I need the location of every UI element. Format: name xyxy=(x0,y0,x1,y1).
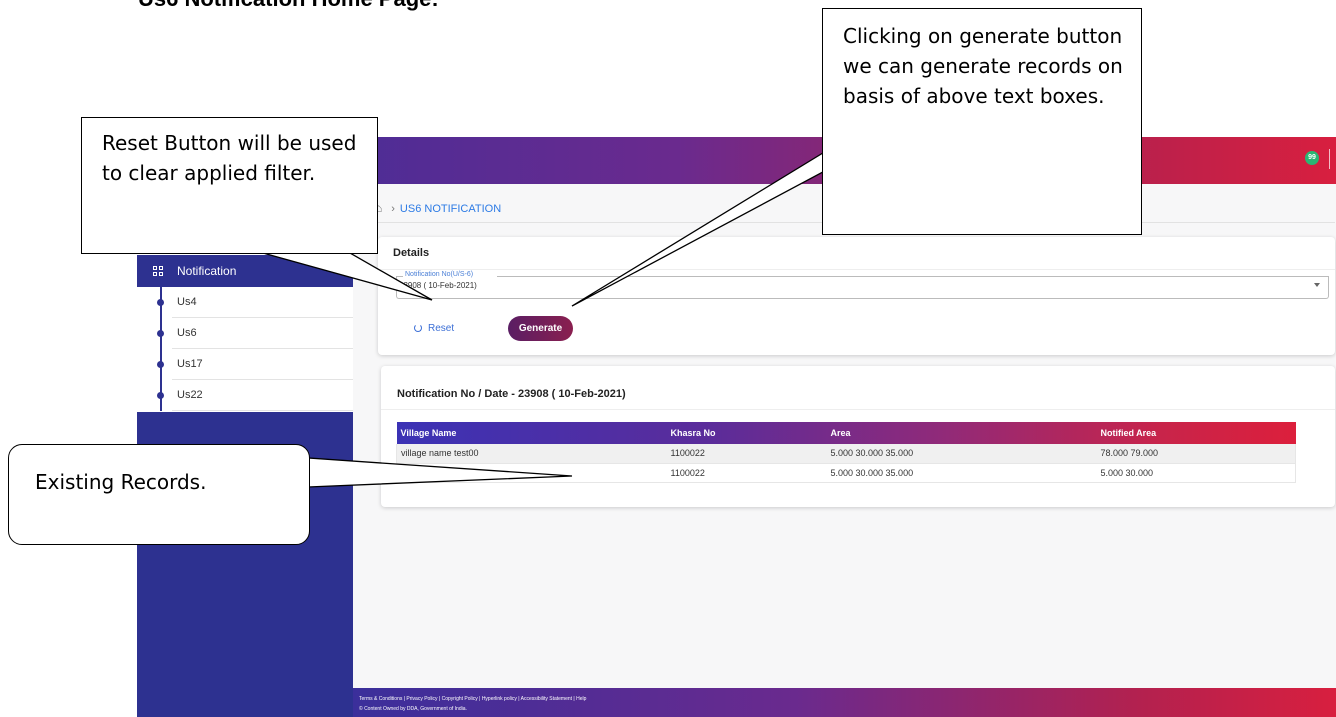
table-cell: 78.000 79.000 xyxy=(1096,444,1296,464)
generate-button[interactable]: Generate xyxy=(508,316,573,341)
page-heading: Us6 Notification Home Page: xyxy=(138,0,439,12)
notification-select-label: Notification No(U/S-6) xyxy=(403,271,476,278)
details-title: Details xyxy=(393,247,430,259)
sidebar-item-label: Us6 xyxy=(177,327,197,339)
generate-callout: Clicking on generate button we can gener… xyxy=(822,8,1142,235)
breadcrumb-current: US6 NOTIFICATION xyxy=(399,203,502,215)
bullet-icon xyxy=(157,361,164,368)
bullet-icon xyxy=(157,330,164,337)
table-row[interactable]: village name test00 1100022 5.000 30.000… xyxy=(396,463,1296,483)
table-header-row: Village Name Khasra No Area Notified Are… xyxy=(396,422,1296,444)
footer-copyright: © Content Owned by DDA, Government of In… xyxy=(359,706,467,712)
bullet-icon xyxy=(157,392,164,399)
records-callout: Existing Records. xyxy=(8,444,310,545)
reset-label: Reset xyxy=(428,323,455,334)
column-header[interactable]: Area xyxy=(827,422,1097,444)
notification-select[interactable]: Notification No(U/S-6) 23908 ( 10-Feb-20… xyxy=(396,271,1329,299)
table-cell: village name test00 xyxy=(396,444,667,464)
footer: Terms & Conditions | Privacy Policy | Co… xyxy=(353,688,1336,717)
table-row[interactable]: village name test00 1100022 5.000 30.000… xyxy=(396,444,1296,464)
reset-button[interactable]: Reset xyxy=(414,318,454,340)
table-cell: 5.000 30.000 xyxy=(1096,463,1296,483)
sidebar-item-us6[interactable]: Us6 xyxy=(157,318,354,349)
column-header[interactable]: Khasra No xyxy=(667,422,827,444)
grid-icon xyxy=(153,266,163,276)
column-header[interactable]: Village Name xyxy=(397,422,667,444)
sidebar-item-label: Notification xyxy=(177,264,237,278)
sidebar-item-label: Us4 xyxy=(177,296,197,308)
bullet-icon xyxy=(157,299,164,306)
chevron-right-icon: › xyxy=(391,203,395,215)
divider xyxy=(381,409,1335,410)
table-cell: 5.000 30.000 35.000 xyxy=(826,444,1097,464)
notification-select-value: 23908 ( 10-Feb-2021) xyxy=(399,281,477,290)
sidebar-item-us4[interactable]: Us4 xyxy=(157,287,354,318)
sidebar-item-us22[interactable]: Us22 xyxy=(157,380,354,411)
breadcrumb: ⌂ › US6 NOTIFICATION xyxy=(375,201,501,215)
sidebar-item-notification[interactable]: Notification xyxy=(137,255,353,287)
table-cell: 5.000 30.000 35.000 xyxy=(826,463,1097,483)
table-cell: 1100022 xyxy=(666,444,827,464)
sidebar-item-label: Us17 xyxy=(177,358,203,370)
header-divider xyxy=(1329,149,1330,169)
footer-links[interactable]: Terms & Conditions | Privacy Policy | Co… xyxy=(359,696,586,702)
main-content: ⌂ › US6 NOTIFICATION Details Notification … xyxy=(353,184,1336,717)
refresh-icon xyxy=(414,324,422,332)
reset-callout: Reset Button will be used to clear appli… xyxy=(81,117,378,254)
records-table: Village Name Khasra No Area Notified Are… xyxy=(396,422,1296,483)
table-cell: 1100022 xyxy=(666,463,827,483)
sidebar-item-label: Us22 xyxy=(177,389,203,401)
sidebar-item-us17[interactable]: Us17 xyxy=(157,349,354,380)
outline-segment xyxy=(497,276,1328,277)
column-header[interactable]: Notified Area xyxy=(1097,422,1296,444)
notification-badge-icon[interactable]: 99 xyxy=(1305,151,1319,165)
table-cell: village name test00 xyxy=(396,463,667,483)
caret-down-icon[interactable] xyxy=(1314,283,1320,287)
records-card: Notification No / Date - 23908 ( 10-Feb-… xyxy=(381,366,1335,507)
records-title: Notification No / Date - 23908 ( 10-Feb-… xyxy=(397,388,626,400)
details-card: Details Notification No(U/S-6) 23908 ( 1… xyxy=(378,237,1335,355)
divider xyxy=(378,269,1335,270)
